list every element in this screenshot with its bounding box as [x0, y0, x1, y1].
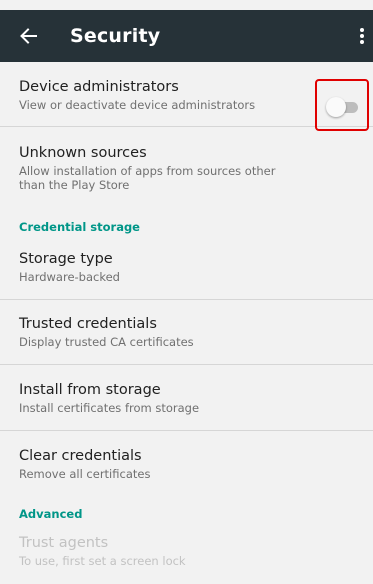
pref-summary: Allow installation of apps from sources …	[19, 164, 276, 192]
app-bar: Security	[0, 10, 373, 62]
pref-summary: To use, first set a screen lock	[19, 554, 186, 568]
pref-unknown-sources[interactable]: Unknown sources Allow installation of ap…	[0, 127, 373, 220]
pref-summary: Remove all certificates	[19, 467, 151, 481]
pref-storage-type: Storage type Hardware-backed	[0, 246, 373, 300]
pref-summary: Install certificates from storage	[19, 401, 200, 415]
pref-title: Install from storage	[19, 382, 161, 398]
settings-list: Device administrators View or deactivate…	[0, 62, 373, 579]
pref-summary: View or deactivate device administrators	[19, 98, 256, 112]
pref-title: Unknown sources	[19, 145, 147, 161]
category-credential-storage: Credential storage	[19, 220, 140, 234]
more-vert-icon	[360, 28, 364, 44]
pref-summary: Display trusted CA certificates	[19, 335, 194, 349]
pref-trust-agents: Trust agents To use, first set a screen …	[0, 535, 373, 579]
arrow-back-icon	[20, 28, 37, 44]
pref-install-from-storage[interactable]: Install from storage Install certificate…	[0, 365, 373, 431]
page-title: Security	[70, 25, 161, 47]
pref-title: Device administrators	[19, 79, 179, 95]
pref-title: Storage type	[19, 251, 113, 267]
pref-title: Clear credentials	[19, 448, 142, 464]
pref-trusted-credentials[interactable]: Trusted credentials Display trusted CA c…	[0, 300, 373, 365]
unknown-sources-switch[interactable]	[315, 79, 369, 131]
back-button[interactable]	[14, 22, 42, 50]
pref-title: Trust agents	[19, 535, 109, 551]
switch-thumb	[326, 97, 346, 117]
category-advanced: Advanced	[19, 507, 83, 521]
more-options-button[interactable]	[351, 22, 373, 50]
pref-clear-credentials[interactable]: Clear credentials Remove all certificate…	[0, 431, 373, 507]
pref-summary: Hardware-backed	[19, 270, 120, 284]
pref-title: Trusted credentials	[19, 316, 157, 332]
